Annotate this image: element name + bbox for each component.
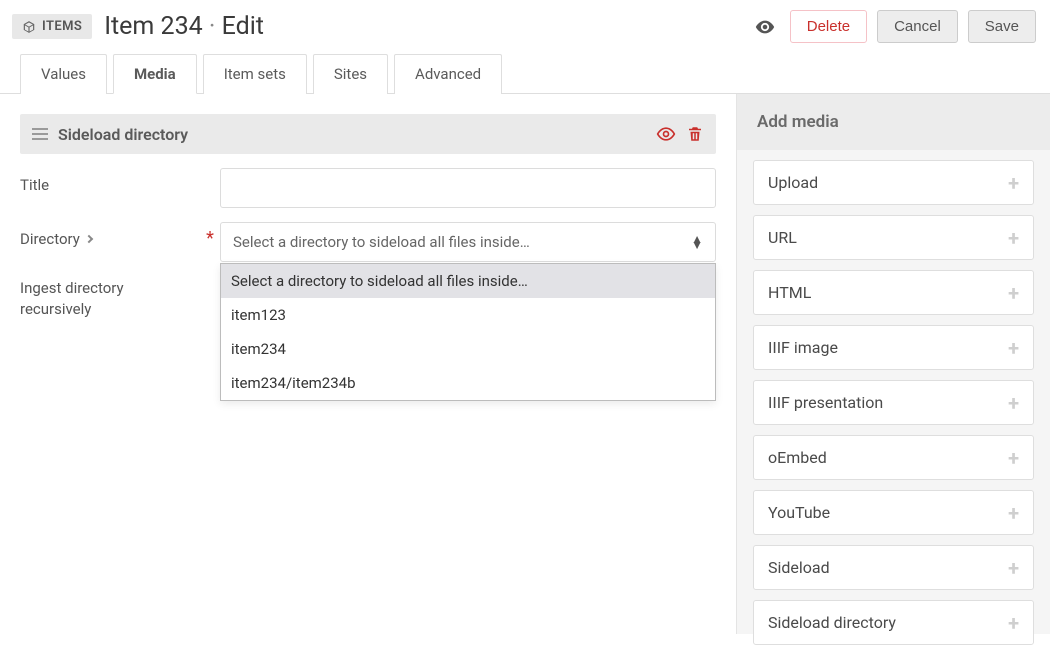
title-label: Title (20, 168, 200, 194)
add-media-label: YouTube (768, 503, 830, 522)
add-media-url[interactable]: URL + (753, 215, 1034, 260)
tab-values[interactable]: Values (20, 54, 107, 94)
directory-option-item123[interactable]: item123 (221, 298, 715, 332)
tab-media[interactable]: Media (113, 54, 197, 94)
plus-icon: + (1008, 563, 1019, 573)
add-media-label: Sideload (768, 558, 830, 577)
plus-icon: + (1008, 288, 1019, 298)
cancel-button[interactable]: Cancel (877, 10, 958, 43)
directory-option-placeholder[interactable]: Select a directory to sideload all files… (221, 264, 715, 298)
tab-item-sets[interactable]: Item sets (203, 54, 307, 94)
add-media-upload[interactable]: Upload + (753, 160, 1034, 205)
chevron-right-icon (85, 235, 93, 243)
directory-select-value: Select a directory to sideload all files… (233, 233, 530, 251)
recursive-label-line1: Ingest directory (20, 279, 124, 297)
plus-icon: + (1008, 178, 1019, 188)
add-media-label: IIIF presentation (768, 393, 883, 412)
items-chip[interactable]: ITEMS (12, 14, 92, 39)
directory-label: Directory (20, 222, 200, 248)
add-media-iiif-image[interactable]: IIIF image + (753, 325, 1034, 370)
plus-icon: + (1008, 233, 1019, 243)
page-title-item: Item 234 (104, 12, 203, 41)
content-panel: Sideload directory Title * Directory * (0, 94, 736, 634)
section-delete-icon[interactable] (686, 124, 704, 144)
tab-sites[interactable]: Sites (313, 54, 388, 94)
title-input[interactable] (220, 168, 716, 208)
directory-select[interactable]: Select a directory to sideload all files… (220, 222, 716, 262)
page-title-mode: Edit (222, 12, 264, 41)
section-visibility-icon[interactable] (656, 124, 676, 144)
add-media-label: URL (768, 228, 797, 247)
plus-icon: + (1008, 453, 1019, 463)
media-section-bar: Sideload directory (20, 114, 716, 154)
delete-button[interactable]: Delete (790, 10, 867, 43)
plus-icon: + (1008, 343, 1019, 353)
directory-option-item234b[interactable]: item234/item234b (221, 366, 715, 400)
add-media-label: Upload (768, 173, 818, 192)
plus-icon: + (1008, 508, 1019, 518)
directory-label-text: Directory (20, 230, 80, 248)
page-title: Item 234 · Edit (104, 12, 738, 41)
visibility-icon[interactable] (750, 12, 780, 42)
add-media-oembed[interactable]: oEmbed + (753, 435, 1034, 480)
add-media-youtube[interactable]: YouTube + (753, 490, 1034, 535)
directory-dropdown: Select a directory to sideload all files… (220, 263, 716, 401)
add-media-label: IIIF image (768, 338, 838, 357)
add-media-sideload[interactable]: Sideload + (753, 545, 1034, 590)
plus-icon: + (1008, 618, 1019, 628)
save-button[interactable]: Save (968, 10, 1036, 43)
add-media-label: oEmbed (768, 448, 827, 467)
plus-icon: + (1008, 398, 1019, 408)
add-media-sideload-directory[interactable]: Sideload directory + (753, 600, 1034, 645)
header-actions: Delete Cancel Save (750, 10, 1036, 43)
items-chip-label: ITEMS (42, 19, 82, 34)
recursive-label: Ingest directory recursively (20, 276, 200, 320)
form-row-title: Title * (20, 168, 716, 208)
updown-icon: ▲▼ (691, 236, 703, 248)
tab-advanced[interactable]: Advanced (394, 54, 502, 94)
main-area: Sideload directory Title * Directory * (0, 94, 1050, 634)
drag-handle-icon[interactable] (32, 128, 48, 140)
add-media-label: Sideload directory (768, 613, 896, 632)
recursive-label-line2: recursively (20, 300, 91, 318)
sidebar: Add media Upload + URL + HTML + IIIF ima… (736, 94, 1050, 634)
add-media-html[interactable]: HTML + (753, 270, 1034, 315)
required-marker: * (200, 222, 220, 249)
directory-option-item234[interactable]: item234 (221, 332, 715, 366)
page-header: ITEMS Item 234 · Edit Delete Cancel Save (0, 0, 1050, 53)
add-media-label: HTML (768, 283, 811, 302)
title-separator: · (209, 12, 222, 41)
form-row-directory: Directory * Select a directory to sidelo… (20, 222, 716, 262)
section-title: Sideload directory (58, 125, 646, 144)
tabs-row: Values Media Item sets Sites Advanced (0, 53, 1050, 94)
add-media-iiif-presentation[interactable]: IIIF presentation + (753, 380, 1034, 425)
cube-icon (22, 20, 36, 34)
sidebar-title: Add media (737, 94, 1050, 150)
